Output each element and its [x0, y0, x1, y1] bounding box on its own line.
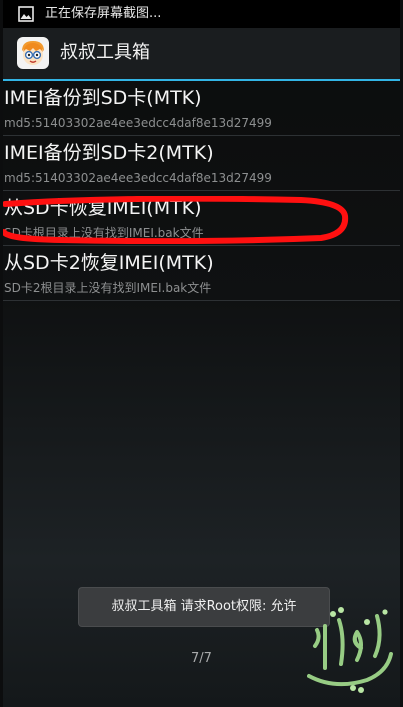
- list-item-imei-backup-sd[interactable]: IMEI备份到SD卡(MTK) md5:51403302ae4ee3edcc4d…: [3, 81, 400, 136]
- list-divider: [3, 300, 400, 301]
- app-title: 叔叔工具箱: [60, 42, 150, 63]
- list-item-title: 从SD卡2恢复IMEI(MTK): [4, 252, 214, 274]
- status-notification-text: 正在保存屏幕截图...: [45, 6, 162, 21]
- list-item-title: IMEI备份到SD卡2(MTK): [4, 142, 214, 164]
- action-bar: 叔叔工具箱: [3, 28, 400, 79]
- list-item-subtitle: md5:51403302ae4ee3edcc4daf8e13d27499: [4, 116, 272, 130]
- list-item-subtitle: SD卡2根目录上没有找到IMEI.bak文件: [4, 281, 212, 295]
- page-indicator: 7/7: [191, 651, 212, 666]
- list-item-subtitle: SD卡根目录上没有找到IMEI.bak文件: [4, 226, 204, 240]
- root-permission-toast: 叔叔工具箱 请求Root权限: 允许: [79, 588, 329, 626]
- list-item-imei-restore-sd[interactable]: 从SD卡恢复IMEI(MTK) SD卡根目录上没有找到IMEI.bak文件: [3, 191, 400, 246]
- image-icon: [18, 6, 34, 22]
- list-item-imei-backup-sd2[interactable]: IMEI备份到SD卡2(MTK) md5:51403302ae4ee3edcc4…: [3, 136, 400, 191]
- status-bar[interactable]: 正在保存屏幕截图...: [3, 0, 400, 28]
- list-item-imei-restore-sd2[interactable]: 从SD卡2恢复IMEI(MTK) SD卡2根目录上没有找到IMEI.bak文件: [3, 246, 400, 301]
- list-item-subtitle: md5:51403302ae4ee3edcc4daf8e13d27499: [4, 171, 272, 185]
- toast-message: 叔叔工具箱 请求Root权限: 允许: [111, 599, 297, 614]
- screen: 正在保存屏幕截图... 叔叔工具箱 IMEI备份到SD卡(MTK) md5:51…: [3, 0, 400, 707]
- list-item-title: 从SD卡恢复IMEI(MTK): [4, 197, 202, 219]
- app-face-icon[interactable]: [17, 37, 49, 69]
- list-item-title: IMEI备份到SD卡(MTK): [4, 87, 202, 109]
